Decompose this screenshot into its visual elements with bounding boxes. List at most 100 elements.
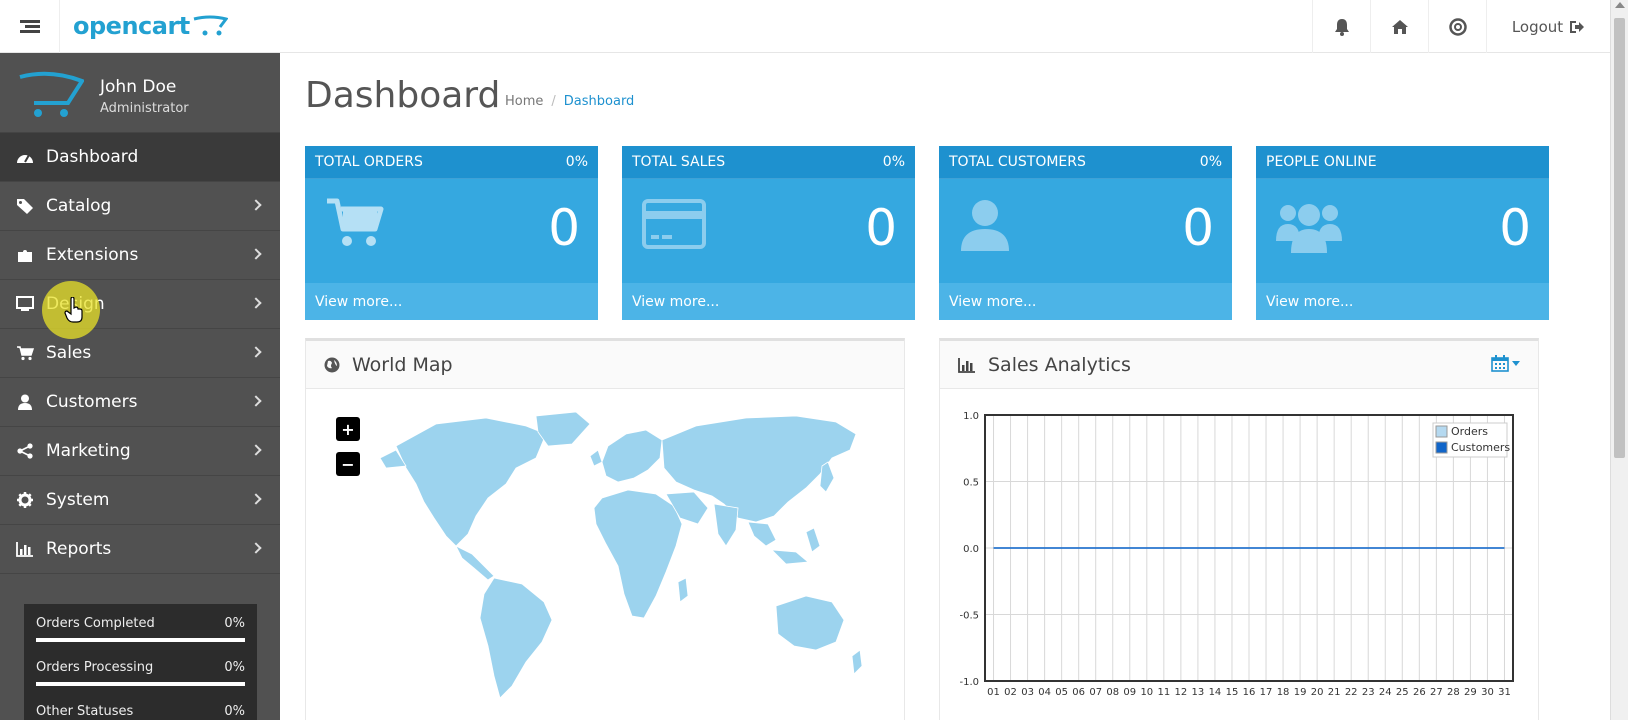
tile-view-more-link[interactable]: View more... (622, 283, 915, 320)
stat-orders-processing: Orders Processing 0% (36, 660, 245, 686)
map-zoom-in-button[interactable]: + (336, 417, 360, 441)
calendar-icon (1491, 355, 1509, 372)
view-more-label: View more... (1266, 293, 1354, 310)
x-tick-label: 17 (1260, 687, 1273, 698)
tile-total-sales: TOTAL SALES 0% 0 View more... (622, 146, 915, 320)
tile-value: 0 (865, 199, 897, 257)
stat-label: Orders Processing (36, 660, 154, 675)
tile-percent: 0% (565, 154, 588, 170)
y-tick-label: -0.5 (959, 611, 979, 622)
x-tick-label: 07 (1089, 687, 1102, 698)
legend-label: Customers (1451, 441, 1510, 454)
tile-total-orders: TOTAL ORDERS 0% 0 View more... (305, 146, 598, 320)
x-tick-label: 16 (1243, 687, 1256, 698)
sidebar-item-label: Customers (46, 392, 138, 412)
tile-view-more-link[interactable]: View more... (1256, 283, 1549, 320)
gear-icon (16, 491, 34, 509)
cart-icon (16, 344, 34, 362)
chevron-right-icon (250, 297, 262, 309)
stat-progress-bar (36, 638, 245, 642)
world-map-panel: World Map + − (305, 338, 905, 720)
sidebar-item-catalog[interactable]: Catalog (0, 182, 280, 231)
sidebar-item-reports[interactable]: Reports (0, 525, 280, 574)
avatar (19, 71, 84, 117)
tile-title: TOTAL SALES (632, 154, 726, 170)
x-tick-label: 23 (1362, 687, 1375, 698)
x-tick-label: 04 (1038, 687, 1051, 698)
x-tick-label: 11 (1157, 687, 1170, 698)
sidebar-item-customers[interactable]: Customers (0, 378, 280, 427)
tile-value: 0 (548, 199, 580, 257)
world-map[interactable] (376, 406, 866, 706)
y-tick-label: 1.0 (963, 411, 979, 422)
sidebar-item-extensions[interactable]: Extensions (0, 231, 280, 280)
bar-chart-icon (16, 540, 34, 558)
caret-down-icon (1512, 361, 1520, 366)
scroll-thumb[interactable] (1614, 18, 1625, 458)
dashboard-icon (16, 148, 34, 166)
chevron-right-icon (250, 199, 262, 211)
sidebar-item-system[interactable]: System (0, 476, 280, 525)
user-icon (16, 393, 34, 411)
tags-icon (16, 197, 34, 215)
stat-progress-bar (36, 682, 245, 686)
notifications-button[interactable] (1312, 0, 1370, 53)
sidebar-item-design[interactable]: Design (0, 280, 280, 329)
stat-orders-completed: Orders Completed 0% (36, 616, 245, 642)
tile-title: PEOPLE ONLINE (1266, 154, 1377, 170)
main-content: Dashboard Home / Dashboard TOTAL ORDERS 0… (280, 53, 1610, 720)
x-tick-label: 05 (1055, 687, 1068, 698)
scroll-up-arrow[interactable] (1615, 2, 1625, 8)
stat-value: 0% (224, 704, 245, 719)
tile-view-more-link[interactable]: View more... (939, 283, 1232, 320)
hamburger-icon (19, 19, 40, 34)
x-tick-label: 13 (1192, 687, 1205, 698)
x-tick-label: 06 (1072, 687, 1085, 698)
page-scrollbar[interactable] (1610, 0, 1628, 720)
breadcrumb-home-link[interactable]: Home (505, 94, 543, 109)
menu-toggle-button[interactable] (0, 0, 60, 53)
x-tick-label: 12 (1175, 687, 1188, 698)
puzzle-icon (16, 246, 34, 264)
stat-other-statuses: Other Statuses 0% (36, 704, 245, 719)
breadcrumb-current-link[interactable]: Dashboard (564, 94, 635, 109)
sales-analytics-chart: 1.0 0.5 0.0 -0.5 -1.0 01 02 03 04 05 06 07 08 09 10 11 1… (959, 411, 1514, 698)
logout-button[interactable]: Logout (1486, 0, 1610, 53)
legend-swatch (1435, 425, 1448, 438)
tile-view-more-link[interactable]: View more... (305, 283, 598, 320)
tile-title: TOTAL CUSTOMERS (949, 154, 1086, 170)
tile-title: TOTAL ORDERS (315, 154, 423, 170)
chevron-right-icon (250, 346, 262, 358)
tile-value: 0 (1182, 199, 1214, 257)
page-title: Dashboard (305, 75, 501, 116)
x-tick-label: 21 (1328, 687, 1341, 698)
sidebar-item-marketing[interactable]: Marketing (0, 427, 280, 476)
x-tick-label: 24 (1379, 687, 1392, 698)
hand-cursor-icon (64, 297, 83, 323)
user-profile: John Doe Administrator (0, 53, 280, 133)
sidebar-item-dashboard[interactable]: Dashboard (0, 133, 280, 182)
stat-value: 0% (224, 660, 245, 675)
sidebar-item-label: Catalog (46, 196, 112, 216)
top-header: opencart Logout (0, 0, 1610, 53)
map-zoom-out-button[interactable]: − (336, 452, 360, 476)
x-tick-label: 25 (1396, 687, 1409, 698)
x-tick-label: 18 (1277, 687, 1290, 698)
sidebar-item-label: System (46, 490, 110, 510)
help-button[interactable] (1428, 0, 1486, 53)
sidebar-item-label: Extensions (46, 245, 139, 265)
x-tick-label: 01 (987, 687, 1000, 698)
users-icon (1276, 204, 1342, 253)
sidebar-item-label: Dashboard (46, 147, 139, 167)
order-stats-panel: Orders Completed 0% Orders Processing 0% O… (24, 604, 257, 720)
date-range-dropdown[interactable] (1491, 355, 1520, 372)
view-more-label: View more... (315, 293, 403, 310)
logo-cart-icon (193, 15, 228, 36)
store-home-button[interactable] (1370, 0, 1428, 53)
x-tick-label: 27 (1430, 687, 1443, 698)
x-tick-label: 08 (1106, 687, 1119, 698)
bar-chart-icon (958, 357, 976, 373)
sidebar-item-sales[interactable]: Sales (0, 329, 280, 378)
opencart-logo[interactable]: opencart (73, 9, 228, 43)
sign-out-icon (1570, 20, 1585, 33)
